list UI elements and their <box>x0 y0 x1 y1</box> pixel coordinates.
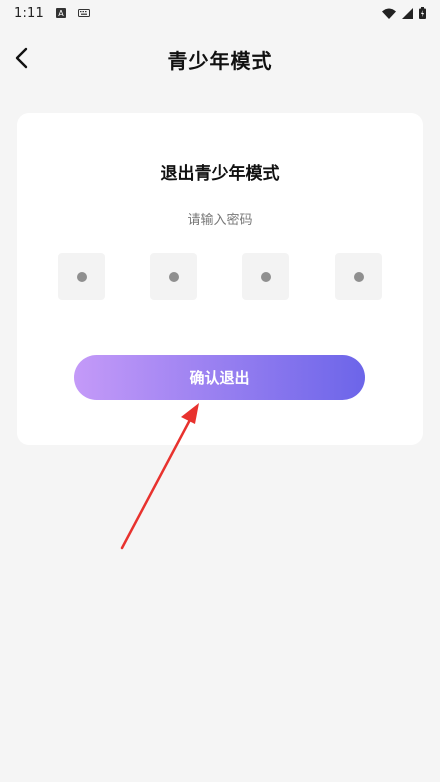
signal-icon <box>402 7 413 19</box>
confirm-exit-button[interactable]: 确认退出 <box>74 355 365 400</box>
svg-text:A: A <box>58 9 64 18</box>
page-title: 青少年模式 <box>167 49 273 73</box>
status-right <box>382 7 426 19</box>
password-prompt: 请输入密码 <box>187 213 253 228</box>
pin-digit-1[interactable] <box>58 253 105 300</box>
keyboard-icon <box>78 8 90 18</box>
battery-icon <box>419 7 426 19</box>
pin-dot <box>260 271 271 282</box>
exit-youth-mode-card: 退出青少年模式 请输入密码 确认退出 <box>17 113 423 445</box>
pin-dot <box>353 271 364 282</box>
pin-dot <box>76 271 87 282</box>
card-title: 退出青少年模式 <box>160 164 280 184</box>
pin-digit-3[interactable] <box>242 253 289 300</box>
status-left: 1:11 A <box>14 6 90 21</box>
nav-bar: 青少年模式 <box>0 36 440 80</box>
status-time: 1:11 <box>14 5 44 21</box>
pin-digit-4[interactable] <box>335 253 382 300</box>
status-bar: 1:11 A <box>0 0 440 26</box>
pin-dot <box>168 271 179 282</box>
pin-digit-2[interactable] <box>150 253 197 300</box>
wifi-icon <box>382 8 396 19</box>
a-icon: A <box>56 8 66 18</box>
